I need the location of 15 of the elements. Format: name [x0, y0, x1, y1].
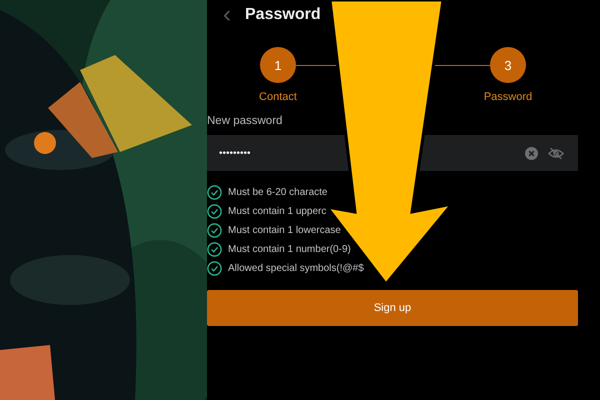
rule-text: Allowed special symbols(!@#$ — [228, 263, 364, 274]
step-label: Contact — [259, 91, 297, 103]
sign-up-button[interactable]: Sign up — [207, 290, 578, 326]
page-title: Password — [245, 6, 321, 24]
step-label: Password — [484, 91, 532, 103]
rule-text: Must contain 1 number(0-9) — [228, 244, 351, 255]
back-button[interactable]: ‹ — [223, 3, 231, 27]
clear-icon[interactable] — [525, 146, 538, 160]
rule-text: Must be 6-20 characte — [228, 187, 328, 198]
step-number: 1 — [260, 47, 296, 83]
eye-off-icon[interactable] — [548, 146, 564, 160]
step-number: 3 — [490, 47, 526, 83]
field-label: New password — [207, 115, 284, 127]
rule-text: Must contain 1 upperc — [228, 206, 326, 217]
rule-text: Must contain 1 lowercase — [228, 225, 341, 236]
